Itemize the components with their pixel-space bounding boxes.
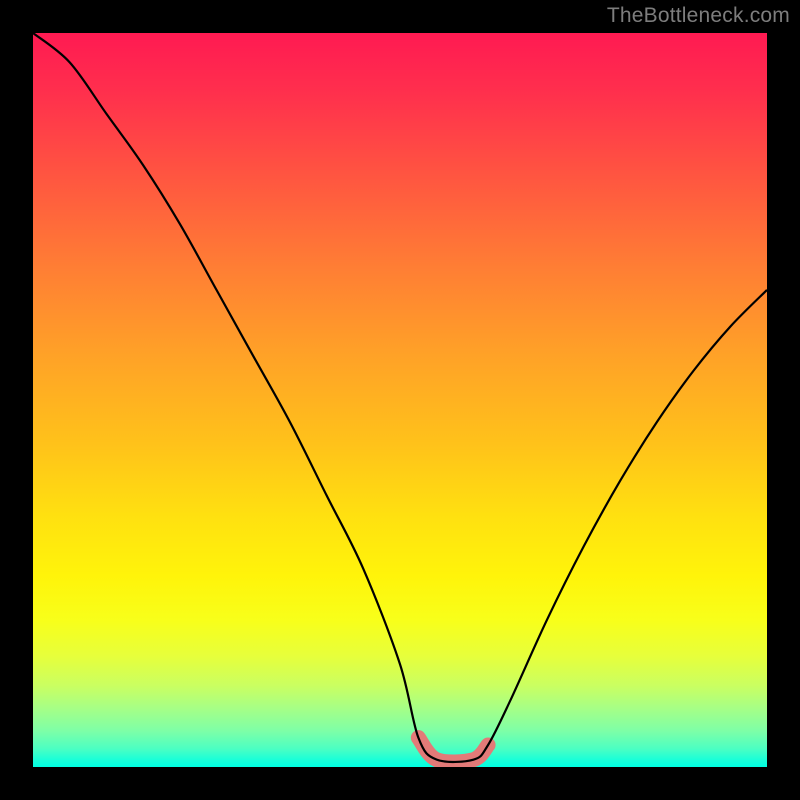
app-frame: TheBottleneck.com: [0, 0, 800, 800]
watermark-text: TheBottleneck.com: [607, 4, 790, 28]
chart-svg: [33, 33, 767, 767]
bottleneck-curve: [33, 33, 767, 762]
chart-area: [33, 33, 767, 767]
